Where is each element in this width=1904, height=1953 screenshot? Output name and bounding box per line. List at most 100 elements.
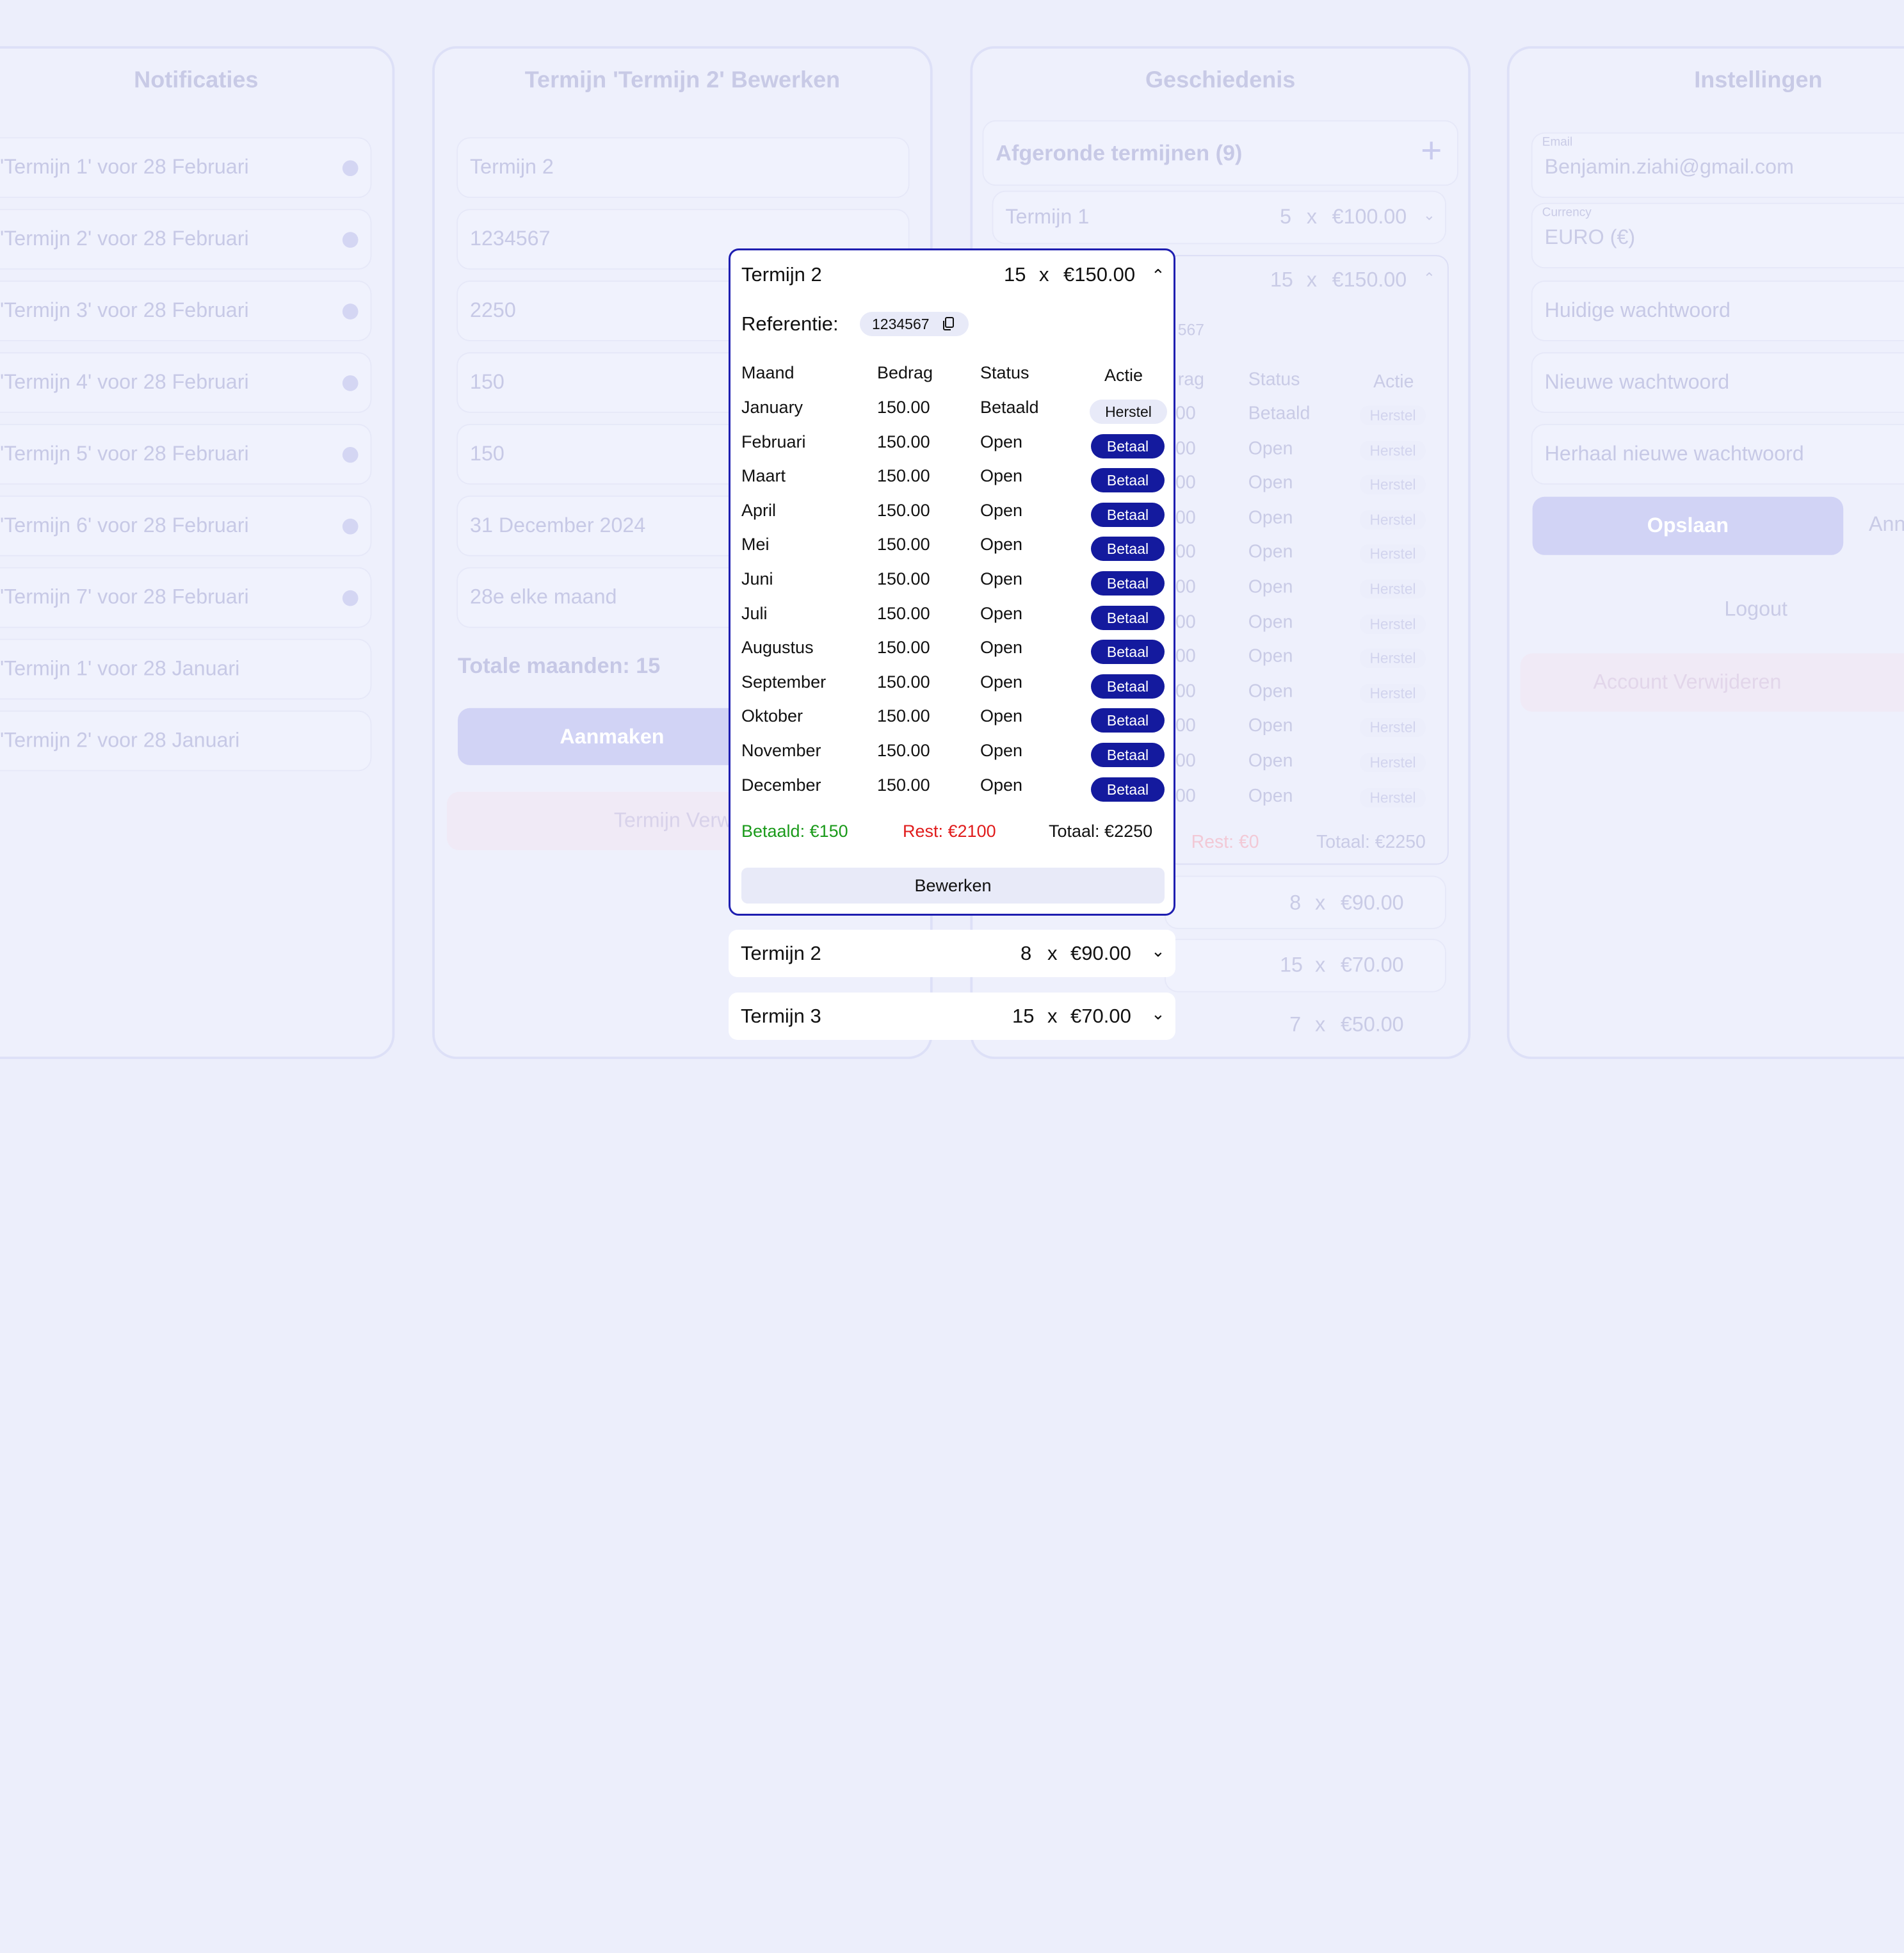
pay-button[interactable]: Betaal	[1091, 605, 1165, 630]
status-cell: Open	[980, 603, 1023, 623]
term-row[interactable]: Termijn 2 8 x €90.00 ⌄	[729, 930, 1175, 977]
edit-title: Termijn 'Termijn 2' Bewerken	[524, 68, 841, 94]
history-row-x: x	[1315, 891, 1326, 915]
status-cell: Open	[980, 741, 1023, 760]
settings-title: Instellingen	[1694, 68, 1823, 94]
plus-icon[interactable]: +	[1421, 131, 1442, 172]
history-restore-button[interactable]: Herstel	[1360, 752, 1426, 773]
notification-item[interactable]: 'Termijn 2' voor 28 Februari	[0, 210, 371, 269]
amount-cell: 150.00	[877, 638, 930, 658]
chevron-down-icon[interactable]: ⌄	[1151, 941, 1165, 961]
unread-dot-icon	[342, 160, 359, 177]
repeat-password-field[interactable]: Herhaal nieuwe wachtwoord	[1532, 425, 1904, 483]
history-row-amount: €50.00	[1340, 1012, 1404, 1036]
popup-term-x: x	[1039, 263, 1049, 286]
history-status-cell: Open	[1248, 750, 1293, 772]
month-cell: September	[741, 672, 827, 692]
pay-button[interactable]: Betaal	[1091, 640, 1165, 665]
history-restore-button[interactable]: Herstel	[1360, 579, 1426, 599]
history-restore-button[interactable]: Herstel	[1360, 510, 1426, 530]
chevron-down-icon[interactable]: ⌄	[1151, 1004, 1165, 1024]
edit-button[interactable]: Bewerken	[741, 868, 1165, 904]
history-ref: 567	[1177, 320, 1204, 339]
reference-label: Referentie:	[741, 312, 839, 335]
term-row-count: 15	[1012, 1005, 1035, 1027]
unread-dot-icon	[342, 375, 359, 391]
chevron-up-icon: ⌃	[1423, 270, 1436, 287]
status-cell: Open	[980, 775, 1023, 795]
amount-cell: 150.00	[877, 775, 930, 795]
history-restore-button[interactable]: Herstel	[1360, 405, 1426, 425]
completed-terms-header[interactable]: Afgeronde termijnen (9)	[983, 121, 1458, 185]
history-amount-cell: 00	[1175, 681, 1196, 702]
term-row[interactable]: Termijn 3 15 x €70.00 ⌄	[729, 993, 1175, 1040]
unread-dot-icon	[342, 590, 359, 606]
history-restore-button[interactable]: Herstel	[1360, 718, 1426, 738]
name-field[interactable]: Termijn 2	[458, 138, 908, 197]
notification-item[interactable]: 'Termijn 3' voor 28 Februari	[0, 282, 371, 341]
history-amount-cell: 00	[1175, 437, 1196, 459]
chevron-down-icon: ⌄	[1423, 206, 1436, 223]
delete-account-button[interactable]: Account Verwijderen	[1520, 653, 1904, 712]
history-restore-button[interactable]: Herstel	[1360, 440, 1426, 460]
popup-term-count: 15	[1004, 263, 1026, 286]
pay-button[interactable]: Betaal	[1091, 708, 1165, 733]
history-restore-button[interactable]: Herstel	[1360, 649, 1426, 669]
history-row-count: 8	[1289, 891, 1302, 915]
notifications-title: Notificaties	[134, 68, 259, 94]
history-status-cell: Open	[1248, 542, 1293, 563]
history-restore-button[interactable]: Herstel	[1360, 544, 1426, 564]
status-cell: Open	[980, 535, 1023, 555]
pay-button[interactable]: Betaal	[1091, 777, 1165, 802]
amount-cell: 150.00	[877, 500, 930, 520]
pay-button[interactable]: Betaal	[1091, 537, 1165, 562]
history-restore-button[interactable]: Herstel	[1360, 683, 1426, 703]
unread-dot-icon	[342, 518, 359, 535]
notification-item[interactable]: 'Termijn 7' voor 28 Februari	[0, 568, 371, 627]
history-restore-button[interactable]: Herstel	[1360, 474, 1426, 495]
paid-total: Betaald: €150	[741, 822, 848, 841]
new-password-field[interactable]: Nieuwe wachtwoord	[1532, 353, 1904, 412]
save-button[interactable]: Opslaan	[1532, 496, 1844, 555]
pay-button[interactable]: Betaal	[1091, 743, 1165, 767]
history-row-count: 15	[1280, 953, 1303, 977]
status-cell: Open	[980, 432, 1023, 451]
notification-item[interactable]: 'Termijn 6' voor 28 Februari	[0, 496, 371, 555]
copy-icon[interactable]	[942, 316, 956, 332]
history-row-count: 7	[1289, 1012, 1302, 1036]
chevron-up-icon[interactable]: ⌃	[1151, 266, 1165, 286]
history-amount-cell: 00	[1175, 646, 1196, 667]
col-status: Status	[980, 363, 1029, 382]
pay-button[interactable]: Betaal	[1091, 502, 1165, 527]
notification-item[interactable]: 'Termijn 1' voor 28 Januari	[0, 640, 371, 699]
notification-item[interactable]: 'Termijn 4' voor 28 Februari	[0, 353, 371, 412]
notification-item[interactable]: 'Termijn 1' voor 28 Februari	[0, 138, 371, 197]
notification-item[interactable]: 'Termijn 2' voor 28 Januari	[0, 711, 371, 770]
cancel-button[interactable]: Ann	[1869, 512, 1904, 537]
restore-button[interactable]: Herstel	[1090, 400, 1167, 424]
reference-badge[interactable]: 1234567	[860, 312, 969, 336]
history-col-status: Status	[1248, 369, 1300, 390]
history-amount-cell: 00	[1175, 576, 1196, 598]
logout-button[interactable]: Logout	[1724, 597, 1787, 622]
history-status-cell: Open	[1248, 785, 1293, 806]
create-button[interactable]: Aanmaken	[458, 708, 766, 765]
term-row-amount: €90.00	[1070, 942, 1131, 964]
pay-button[interactable]: Betaal	[1091, 468, 1165, 493]
history-status-cell: Open	[1248, 507, 1293, 528]
email-field[interactable]: Email Benjamin.ziahi@gmail.com	[1532, 133, 1904, 197]
popup-term-name: Termijn 2	[741, 263, 822, 286]
history-restore-button[interactable]: Herstel	[1360, 788, 1426, 807]
history-restore-button[interactable]: Herstel	[1360, 613, 1426, 634]
month-cell: Augustus	[741, 638, 814, 658]
notification-item[interactable]: 'Termijn 5' voor 28 Februari	[0, 425, 371, 483]
pay-button[interactable]: Betaal	[1091, 674, 1165, 699]
pay-button[interactable]: Betaal	[1091, 571, 1165, 596]
currency-field[interactable]: Currency EURO (€)	[1532, 204, 1904, 268]
history-row-x: x	[1306, 268, 1317, 292]
term-row-x: x	[1047, 942, 1058, 964]
current-password-field[interactable]: Huidige wachtwoord	[1532, 282, 1904, 341]
pay-button[interactable]: Betaal	[1091, 434, 1165, 458]
month-cell: Maart	[741, 466, 786, 486]
popup-term-amount: €150.00	[1063, 263, 1136, 286]
